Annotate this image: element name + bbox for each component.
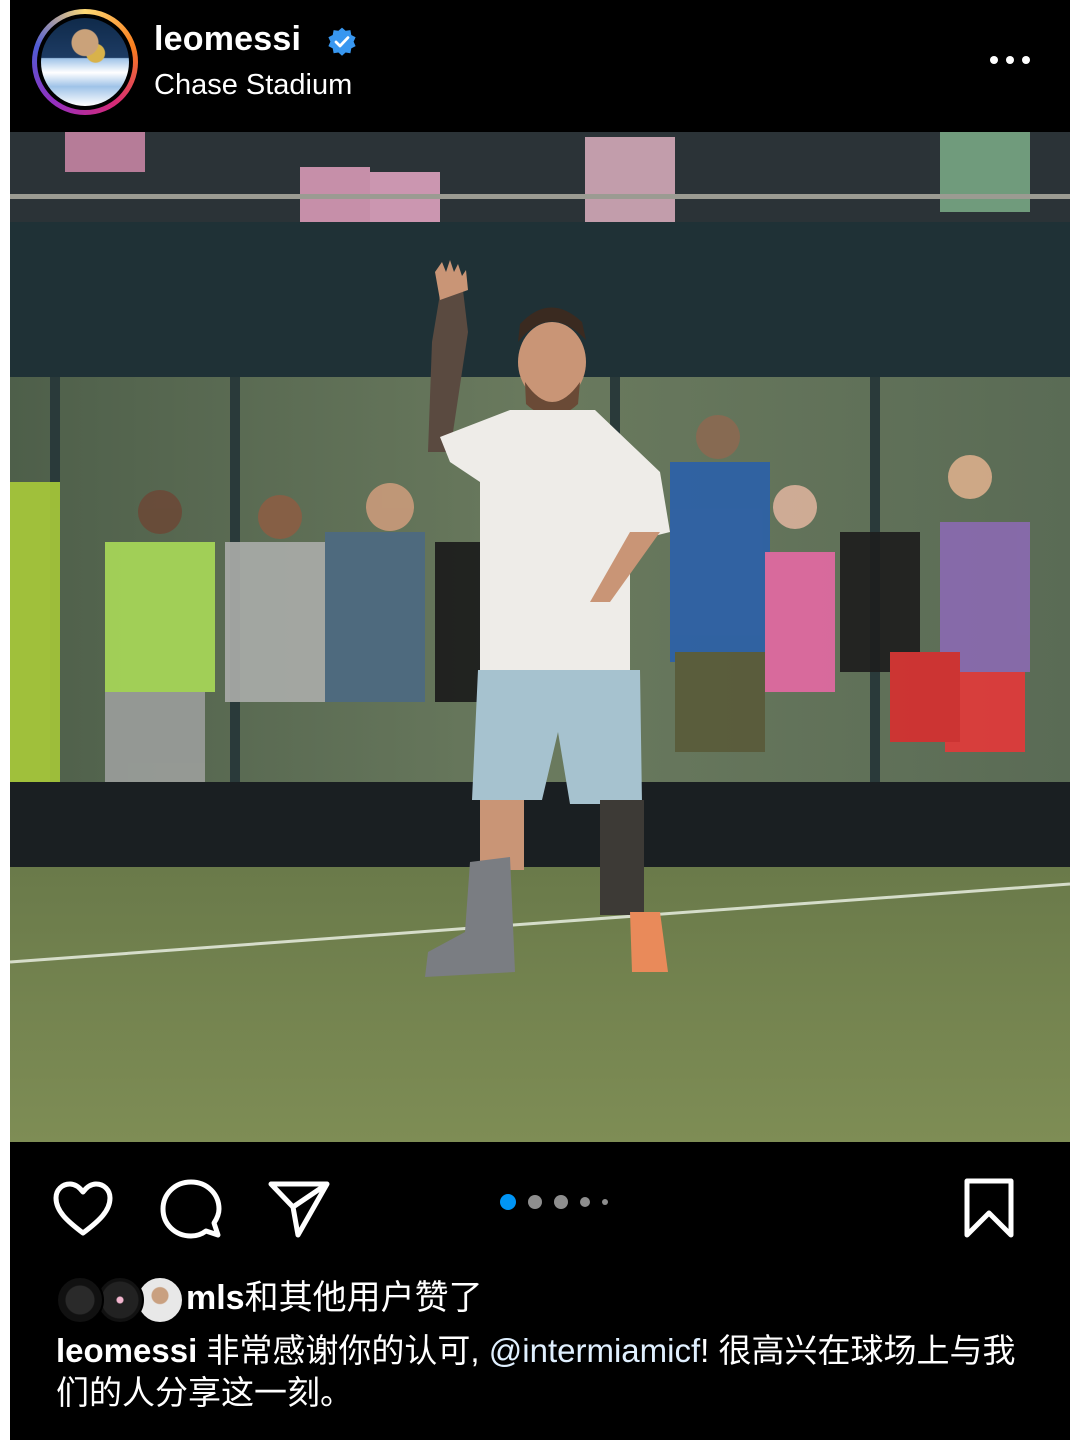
send-icon[interactable] xyxy=(264,1174,334,1244)
profile-avatar[interactable] xyxy=(32,9,138,115)
post-caption: leomessi 非常感谢你的认可, @intermiamicf! 很高兴在球场… xyxy=(56,1330,1046,1414)
more-options-icon[interactable] xyxy=(980,48,1040,72)
carousel-indicator xyxy=(500,1194,608,1210)
carousel-dot xyxy=(528,1195,542,1209)
likes-row[interactable]: mls和其他用户赞了 xyxy=(10,1270,1070,1330)
post-username[interactable]: leomessi xyxy=(154,18,301,60)
avatar-image xyxy=(41,18,129,106)
carousel-dot-active xyxy=(500,1194,516,1210)
instagram-post: leomessi Chase Stadium mls和其他用户赞了 leomes… xyxy=(10,0,1070,1440)
post-location[interactable]: Chase Stadium xyxy=(154,66,352,104)
action-bar xyxy=(10,1160,1070,1260)
post-header: leomessi Chase Stadium xyxy=(10,0,1070,132)
caption-username[interactable]: leomessi xyxy=(56,1332,197,1369)
bookmark-icon[interactable] xyxy=(954,1174,1024,1244)
verified-badge-icon xyxy=(328,27,356,56)
comment-icon[interactable] xyxy=(156,1174,226,1244)
photo-illustration xyxy=(10,132,1070,1142)
carousel-dot xyxy=(580,1197,590,1207)
caption-text-before: 非常感谢你的认可, xyxy=(206,1332,489,1369)
liker-avatar-mls xyxy=(56,1276,104,1324)
heart-icon[interactable] xyxy=(48,1174,118,1244)
likes-summary: mls和其他用户赞了 xyxy=(186,1276,483,1320)
post-photo[interactable] xyxy=(10,132,1070,1142)
carousel-dot xyxy=(554,1195,568,1209)
caption-mention-link[interactable]: @intermiamicf xyxy=(489,1332,700,1369)
avatar-frame xyxy=(37,14,133,110)
carousel-dot xyxy=(602,1199,608,1205)
liker-username[interactable]: mls xyxy=(186,1279,245,1317)
likes-suffix: 和其他用户赞了 xyxy=(244,1279,483,1317)
